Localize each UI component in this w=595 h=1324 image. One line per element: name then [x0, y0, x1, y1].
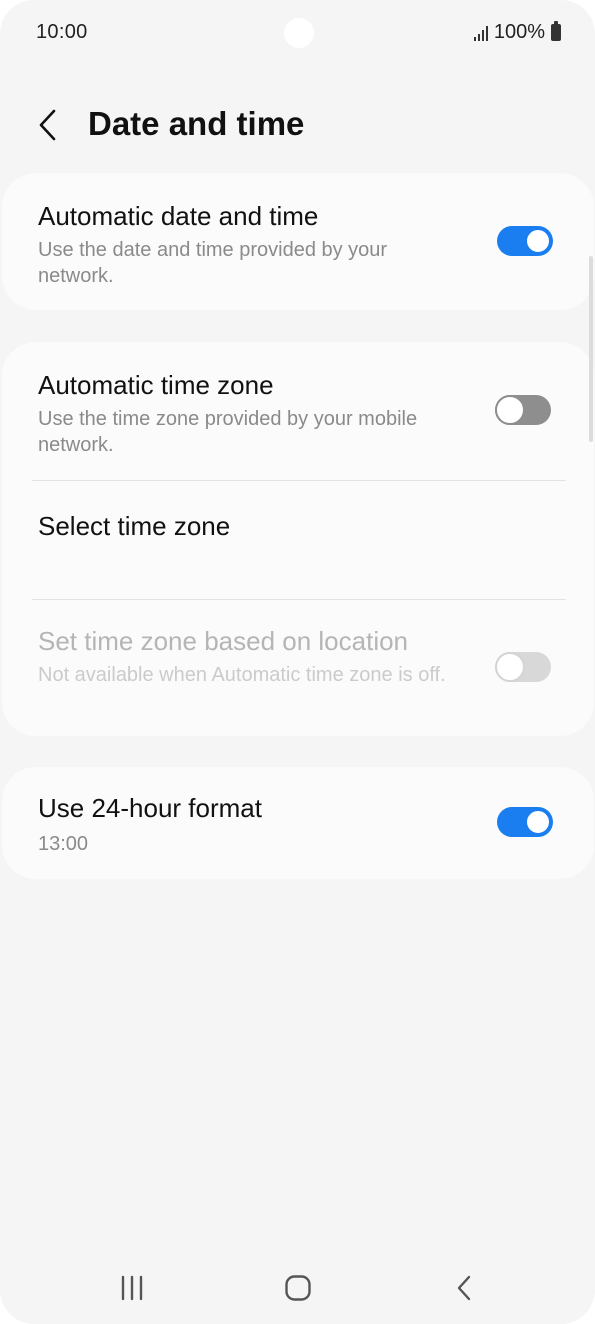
setting-description: Use the date and time provided by your n…: [38, 239, 388, 287]
scrollbar[interactable]: [589, 256, 593, 442]
toggle-knob: [495, 395, 525, 425]
setting-description: 13:00: [38, 833, 89, 855]
setting-description: Use the time zone provided by your mobil…: [38, 408, 418, 456]
toggle-knob: [525, 809, 551, 835]
setting-title: Automatic date and time: [38, 201, 319, 231]
auto-time-zone-toggle[interactable]: [495, 395, 551, 425]
page-title: Date and time: [88, 105, 305, 142]
status-bar: 10:00 100%: [0, 0, 595, 62]
home-icon: [285, 1275, 311, 1301]
nav-back-button[interactable]: [434, 1270, 494, 1306]
battery-percent: 100%: [493, 21, 545, 43]
24-hour-format-toggle[interactable]: [497, 807, 553, 837]
setting-auto-time-zone[interactable]: Automatic time zone Use the time zone pr…: [2, 342, 594, 480]
setting-location-time-zone: Set time zone based on location Not avai…: [2, 600, 594, 736]
back-icon: [457, 1275, 471, 1301]
card-time-zone: Automatic time zone Use the time zone pr…: [2, 342, 594, 736]
setting-title: Use 24-hour format: [38, 793, 262, 823]
setting-title: Select time zone: [38, 511, 231, 541]
setting-title: Set time zone based on location: [38, 626, 409, 656]
auto-date-time-toggle[interactable]: [497, 226, 553, 256]
setting-select-time-zone[interactable]: Select time zone: [2, 481, 594, 599]
setting-auto-date-time[interactable]: Automatic date and time Use the date and…: [2, 173, 594, 310]
toggle-knob: [525, 228, 551, 254]
card-24-hour-format: Use 24-hour format 13:00: [2, 767, 594, 879]
battery-icon: [551, 21, 561, 41]
status-time: 10:00: [36, 21, 88, 43]
settings-screen: 10:00 100% Date and time Automatic date …: [0, 0, 595, 1324]
card-auto-date-time: Automatic date and time Use the date and…: [2, 173, 594, 310]
navigation-bar: [0, 1252, 595, 1324]
home-button[interactable]: [268, 1270, 328, 1306]
toggle-knob: [495, 652, 525, 682]
back-button[interactable]: [28, 102, 68, 148]
setting-title: Automatic time zone: [38, 370, 274, 400]
app-bar: Date and time: [0, 92, 595, 158]
chevron-left-icon: [39, 109, 56, 141]
setting-24-hour-format[interactable]: Use 24-hour format 13:00: [2, 767, 594, 879]
setting-description: Not available when Automatic time zone i…: [38, 664, 446, 686]
location-time-zone-toggle: [495, 652, 551, 682]
signal-icon: [473, 25, 488, 41]
recents-button[interactable]: [102, 1270, 162, 1306]
recents-icon: [121, 1275, 143, 1301]
status-icons: 100%: [473, 21, 561, 44]
front-camera: [284, 18, 314, 48]
